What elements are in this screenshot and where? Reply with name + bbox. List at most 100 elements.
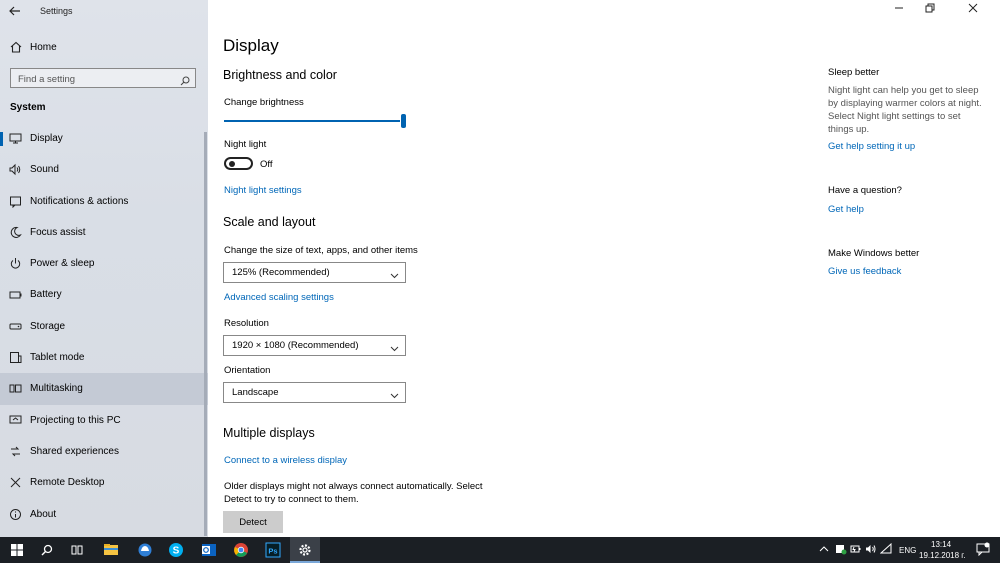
back-arrow-icon[interactable] <box>6 3 24 21</box>
chrome-icon[interactable] <box>232 541 250 559</box>
sidebar-item-label: About <box>30 508 57 520</box>
chevron-down-icon <box>390 267 399 279</box>
edge-browser-icon[interactable] <box>136 541 154 559</box>
sidebar-item-multitasking[interactable]: Multitasking <box>0 373 208 405</box>
resolution-value: 1920 × 1080 (Recommended) <box>232 340 359 351</box>
language-indicator[interactable]: ENG <box>899 546 916 555</box>
brightness-slider[interactable] <box>224 114 407 128</box>
night-light-settings-link[interactable]: Night light settings <box>224 185 302 196</box>
get-help-link[interactable]: Get help <box>828 204 864 215</box>
size-label: Change the size of text, apps, and other… <box>224 245 418 256</box>
resolution-label: Resolution <box>224 318 269 329</box>
sidebar-item-label: Storage <box>30 320 66 332</box>
main-content: Display Brightness and color Change brig… <box>208 0 1000 537</box>
title-bar: Settings <box>0 0 208 24</box>
toggle-knob <box>229 161 235 167</box>
app-title: Settings <box>40 6 73 16</box>
sidebar-item-shared-experiences[interactable]: Shared experiences <box>0 436 208 467</box>
orientation-label: Orientation <box>224 365 271 376</box>
size-dropdown[interactable]: 125% (Recommended) <box>223 262 406 283</box>
brightness-heading: Brightness and color <box>223 68 337 82</box>
restore-icon[interactable] <box>923 3 937 17</box>
chevron-down-icon <box>390 387 399 399</box>
sidebar: Settings Home System Display Sound Notif… <box>0 0 208 537</box>
home-icon <box>9 40 23 54</box>
sidebar-item-storage[interactable]: Storage <box>0 311 208 342</box>
nav-list: Display Sound Notifications & actions Fo… <box>0 123 208 530</box>
sidebar-item-label: Tablet mode <box>30 352 85 364</box>
slider-track <box>224 120 400 122</box>
sidebar-item-power-sleep[interactable]: Power & sleep <box>0 248 208 279</box>
gear-icon <box>296 541 314 559</box>
selection-indicator <box>0 132 3 146</box>
search-box[interactable] <box>10 68 196 89</box>
moon-icon <box>9 226 22 239</box>
sidebar-item-label: Battery <box>30 289 62 301</box>
chevron-up-icon[interactable] <box>818 542 836 560</box>
speaker-icon <box>9 163 22 176</box>
sidebar-item-sound[interactable]: Sound <box>0 154 208 185</box>
clock-date[interactable]: 19.12.2018 г. <box>919 551 965 560</box>
sidebar-item-label: Remote Desktop <box>30 477 105 489</box>
sidebar-item-remote-desktop[interactable]: Remote Desktop <box>0 467 208 498</box>
detect-description: Older displays might not always connect … <box>224 481 483 505</box>
sidebar-item-projecting[interactable]: Projecting to this PC <box>0 405 208 436</box>
slider-thumb[interactable] <box>401 114 406 128</box>
get-help-setting-link[interactable]: Get help setting it up <box>828 141 915 152</box>
sidebar-item-label: Notifications & actions <box>30 195 129 207</box>
multitasking-icon <box>9 382 22 395</box>
notification-icon <box>9 195 22 208</box>
multiple-displays-heading: Multiple displays <box>223 426 315 440</box>
sidebar-item-home[interactable]: Home <box>0 38 208 58</box>
detect-button[interactable]: Detect <box>223 511 283 533</box>
sidebar-item-label: Shared experiences <box>30 445 119 457</box>
action-center-icon[interactable] <box>976 542 994 560</box>
windows-start-icon[interactable] <box>8 541 26 559</box>
sidebar-item-label: Sound <box>30 164 59 176</box>
minimize-icon[interactable] <box>892 3 906 17</box>
sidebar-item-label: Power & sleep <box>30 258 95 270</box>
sleep-better-heading: Sleep better <box>828 67 880 78</box>
shared-icon <box>9 445 22 458</box>
task-view-icon[interactable] <box>68 541 86 559</box>
sidebar-item-label: Multitasking <box>30 383 83 395</box>
window-controls <box>880 0 1000 22</box>
sidebar-scrollbar[interactable] <box>204 132 207 536</box>
file-explorer-icon[interactable] <box>102 541 120 559</box>
sidebar-item-label: Projecting to this PC <box>30 414 121 426</box>
monitor-icon <box>9 132 22 145</box>
resolution-dropdown[interactable]: 1920 × 1080 (Recommended) <box>223 335 406 356</box>
sidebar-item-about[interactable]: About <box>0 499 208 530</box>
feedback-link[interactable]: Give us feedback <box>828 266 901 277</box>
sidebar-item-tablet-mode[interactable]: Tablet mode <box>0 342 208 373</box>
settings-taskbar-button[interactable] <box>290 537 320 563</box>
sidebar-item-battery[interactable]: Battery <box>0 279 208 310</box>
photoshop-icon[interactable]: Ps <box>264 541 282 559</box>
project-icon <box>9 414 22 427</box>
orientation-dropdown[interactable]: Landscape <box>223 382 406 403</box>
search-icon[interactable] <box>180 73 190 86</box>
sidebar-item-notifications[interactable]: Notifications & actions <box>0 186 208 217</box>
question-heading: Have a question? <box>828 185 902 196</box>
wifi-tray-icon[interactable] <box>879 542 898 560</box>
close-icon[interactable] <box>966 3 980 17</box>
advanced-scaling-link[interactable]: Advanced scaling settings <box>224 292 334 303</box>
sleep-better-text: Night light can help you get to sleep by… <box>828 85 982 135</box>
page-title: Display <box>223 36 279 55</box>
skype-icon[interactable]: S <box>167 541 185 559</box>
sidebar-item-focus-assist[interactable]: Focus assist <box>0 217 208 248</box>
search-icon[interactable] <box>38 541 56 559</box>
storage-icon <box>9 320 22 333</box>
night-light-toggle[interactable] <box>224 157 253 170</box>
sidebar-item-display[interactable]: Display <box>0 123 208 154</box>
svg-text:S: S <box>173 546 180 557</box>
search-input[interactable] <box>11 70 171 89</box>
section-header: System <box>10 102 46 113</box>
outlook-icon[interactable] <box>200 541 218 559</box>
home-label: Home <box>30 42 57 53</box>
clock-time[interactable]: 13:14 <box>931 540 951 549</box>
wireless-display-link[interactable]: Connect to a wireless display <box>224 455 347 466</box>
info-icon <box>9 508 22 521</box>
brightness-label: Change brightness <box>224 97 304 108</box>
power-icon <box>9 257 22 270</box>
